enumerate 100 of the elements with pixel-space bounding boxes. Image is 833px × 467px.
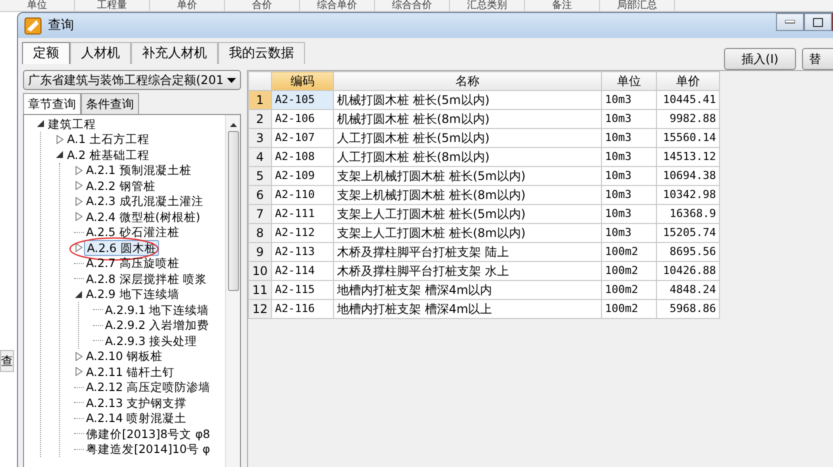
table-cell: A2-115 [272, 280, 334, 300]
table-cell: 支架上机械打圆木桩 桩长(8m以内) [334, 186, 602, 204]
row-number[interactable]: 7 [248, 204, 272, 224]
scroll-up-icon[interactable] [230, 123, 236, 127]
table-cell: 机械打圆木桩 桩长(5m以内) [334, 90, 602, 110]
column-header: 单位 [0, 0, 75, 11]
tree-item[interactable]: A.2.9 地下连续墙 [84, 287, 182, 302]
table-cell: 10m3 [602, 166, 656, 186]
row-number[interactable]: 9 [248, 242, 272, 262]
tree-item[interactable]: A.2.7 高压旋喷桩 [84, 256, 182, 270]
column-header[interactable]: 单位 [602, 72, 656, 90]
table-cell: 5968.86 [656, 300, 720, 318]
collapsed-triangle-icon[interactable] [75, 367, 83, 376]
row-number[interactable]: 4 [248, 148, 272, 166]
tree-item[interactable]: A.2.3 成孔混凝土灌注 [84, 194, 206, 208]
tree-item[interactable]: A.2.12 高压定喷防渗墙 [84, 380, 213, 394]
tree-item[interactable]: A.2.4 微型桩(树根桩) [84, 210, 202, 224]
expanded-triangle-icon[interactable] [56, 150, 64, 160]
minimize-button[interactable] [776, 13, 804, 31]
table-cell: 支架上人工打圆木桩 桩长(5m以内) [334, 204, 602, 224]
tree-item[interactable]: 粤建造发[2014]10号 φ [84, 442, 212, 456]
row-number[interactable]: 11 [248, 280, 272, 300]
column-header: 汇总类别 [450, 0, 525, 11]
window-title: 查询 [48, 16, 74, 35]
table-cell: 10m3 [602, 186, 656, 204]
tree-item[interactable]: A.2.9.3 接头处理 [103, 334, 200, 348]
tree-item[interactable]: A.2.10 钢板桩 [84, 349, 165, 364]
table-cell: 支架上机械打圆木桩 桩长(5m以内) [334, 166, 602, 186]
tree-item[interactable]: A.1 土石方工程 [65, 132, 152, 146]
column-header[interactable]: 编码 [272, 72, 334, 90]
collapsed-triangle-icon[interactable] [75, 181, 83, 190]
minimize-icon [785, 20, 795, 24]
table-cell: 木桥及撑柱脚平台打桩支架 陆上 [334, 242, 602, 262]
row-number[interactable]: 6 [248, 186, 272, 204]
tree-item[interactable]: 佛建价[2013]8号文 φ8 [84, 426, 212, 441]
library-dropdown[interactable]: 广东省建筑与装饰工程综合定额(201 [23, 70, 241, 90]
table-cell: 10m3 [602, 204, 656, 224]
collapsed-triangle-icon[interactable] [75, 352, 83, 361]
tab[interactable]: 条件查询 [81, 93, 139, 114]
tree-item[interactable]: A.2.11 锚杆土钉 [84, 364, 177, 379]
toolbar-button[interactable]: 替 [802, 48, 833, 70]
tab[interactable]: 章节查询 [23, 93, 81, 114]
table-cell: A2-106 [272, 110, 334, 128]
column-header[interactable]: 单价 [656, 72, 720, 90]
table-cell: 10m3 [602, 148, 656, 166]
row-number[interactable]: 12 [248, 300, 272, 318]
table-cell: 10m3 [602, 128, 656, 148]
table-cell: 15205.74 [656, 224, 720, 242]
side-label: 查 [0, 350, 14, 372]
tree-item[interactable]: A.2.9.1 地下连续墙 [103, 302, 212, 317]
collapsed-triangle-icon[interactable] [75, 212, 83, 222]
tree-item[interactable]: A.2.8 深层搅拌桩 喷浆 [84, 272, 209, 286]
tree-item[interactable]: A.2 桩基础工程 [65, 148, 152, 162]
collapsed-triangle-icon[interactable] [56, 134, 64, 144]
row-number[interactable]: 10 [248, 262, 272, 280]
tree-item[interactable]: A.2.5 砂石灌注桩 [84, 225, 182, 240]
row-number[interactable]: 1 [248, 90, 272, 110]
table-cell: 人工打圆木桩 桩长(8m以内) [334, 148, 602, 166]
table-cell: A2-108 [272, 148, 334, 166]
tab[interactable]: 我的云数据 [218, 42, 305, 64]
tree-item[interactable]: A.2.13 支护钢支撑 [84, 396, 189, 410]
table-cell: 地槽内打桩支架 槽深4m以内 [334, 280, 602, 300]
collapsed-triangle-icon[interactable] [75, 196, 83, 206]
tree-item[interactable]: A.2.2 钢管桩 [84, 178, 158, 193]
expanded-triangle-icon[interactable] [75, 290, 83, 299]
table-cell: 100m2 [602, 280, 656, 300]
row-number[interactable]: 2 [248, 110, 272, 128]
column-header: 工程量 [75, 0, 150, 11]
scrollbar-thumb[interactable] [228, 131, 238, 291]
table-cell: 10445.41 [656, 90, 720, 110]
column-header[interactable]: 名称 [334, 72, 602, 90]
row-number[interactable]: 5 [248, 166, 272, 186]
tree-item[interactable]: A.2.1 预制混凝土桩 [84, 163, 194, 178]
row-number[interactable]: 3 [248, 128, 272, 148]
table-cell: 14513.12 [656, 148, 720, 166]
tab[interactable]: 补充人材机 [131, 42, 218, 64]
maximize-button[interactable] [804, 13, 832, 31]
collapsed-triangle-icon[interactable] [75, 243, 83, 252]
table-cell: 机械打圆木桩 桩长(8m以内) [334, 110, 602, 128]
row-number[interactable]: 8 [248, 224, 272, 242]
corner-cell [248, 72, 272, 90]
tree-item[interactable]: A.2.9.2 入岩增加费 [103, 318, 212, 332]
table-cell: 木桥及撑柱脚平台打桩支架 水上 [334, 262, 602, 280]
table-cell: A2-111 [272, 204, 334, 224]
column-header: 综合单价 [300, 0, 375, 11]
insert-button[interactable]: 插入(I) [724, 48, 796, 70]
table-cell: 100m2 [602, 300, 656, 318]
tree-item[interactable]: 建筑工程 [46, 116, 98, 131]
tree-item[interactable]: A.2.14 喷射混凝土 [84, 411, 189, 426]
table-cell: A2-107 [272, 128, 334, 148]
scrollbar[interactable] [225, 115, 240, 467]
tab[interactable]: 定额 [22, 42, 70, 64]
table-cell: 4848.24 [656, 280, 720, 300]
table-cell: 100m2 [602, 242, 656, 262]
table-cell: A2-116 [272, 300, 334, 318]
collapsed-triangle-icon[interactable] [75, 166, 83, 175]
expanded-triangle-icon[interactable] [37, 119, 45, 128]
tab[interactable]: 人材机 [70, 42, 131, 64]
table-cell: A2-113 [272, 242, 334, 262]
maximize-icon [813, 18, 823, 26]
